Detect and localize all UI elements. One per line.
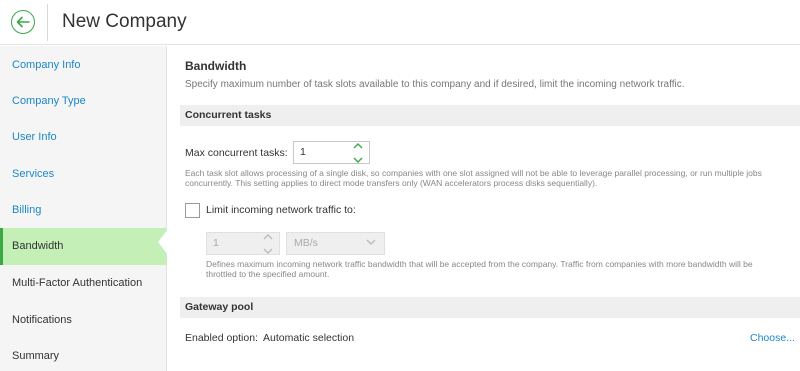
arrow-left-icon <box>16 16 30 28</box>
main-content: Bandwidth Specify maximum number of task… <box>168 46 800 371</box>
enabled-option-value: Automatic selection <box>263 332 355 344</box>
concurrent-tasks-header: Concurrent tasks <box>180 105 800 126</box>
sidebar-item-multi-factor-authentication[interactable]: Multi-Factor Authentication <box>0 265 167 302</box>
chevron-up-icon[interactable] <box>353 143 363 149</box>
section-title: Bandwidth <box>185 59 247 73</box>
limit-traffic-unit-value: MB/s <box>294 237 318 249</box>
section-description: Specify maximum number of task slots ava… <box>185 79 685 90</box>
sidebar: Company Info Company Type User Info Serv… <box>0 46 168 371</box>
gateway-pool-header: Gateway pool <box>180 297 800 318</box>
concurrent-tasks-hint: Each task slot allows processing of a si… <box>185 168 762 188</box>
sidebar-item-services[interactable]: Services <box>0 156 167 193</box>
limit-traffic-stepper[interactable]: 1 <box>206 232 280 255</box>
max-concurrent-tasks-label: Max concurrent tasks: <box>185 147 288 159</box>
active-item-pointer <box>158 229 168 255</box>
max-concurrent-tasks-stepper[interactable]: 1 <box>293 141 370 164</box>
max-concurrent-tasks-value: 1 <box>300 146 306 158</box>
sidebar-item-billing[interactable]: Billing <box>0 192 167 229</box>
choose-gateway-link[interactable]: Choose... <box>750 332 795 344</box>
limit-traffic-unit-select[interactable]: MB/s <box>286 232 385 255</box>
header: New Company <box>0 0 800 45</box>
sidebar-item-company-info[interactable]: Company Info <box>0 47 167 84</box>
chevron-down-icon <box>366 239 376 245</box>
limit-traffic-hint: Defines maximum incoming network traffic… <box>206 259 753 279</box>
limit-traffic-value: 1 <box>213 237 219 249</box>
sidebar-item-notifications[interactable]: Notifications <box>0 302 167 339</box>
page-title: New Company <box>62 11 187 32</box>
limit-traffic-label: Limit incoming network traffic to: <box>206 204 356 216</box>
limit-traffic-checkbox[interactable] <box>185 203 200 218</box>
sidebar-item-company-type[interactable]: Company Type <box>0 83 167 120</box>
sidebar-item-bandwidth[interactable]: Bandwidth <box>0 228 167 265</box>
sidebar-item-summary[interactable]: Summary <box>0 338 167 371</box>
chevron-down-icon[interactable] <box>263 248 273 254</box>
chevron-down-icon[interactable] <box>353 157 363 163</box>
sidebar-item-user-info[interactable]: User Info <box>0 119 167 156</box>
back-button[interactable] <box>11 10 35 34</box>
header-divider <box>47 4 48 41</box>
enabled-option-label: Enabled option: <box>185 332 258 344</box>
chevron-up-icon[interactable] <box>263 234 273 240</box>
